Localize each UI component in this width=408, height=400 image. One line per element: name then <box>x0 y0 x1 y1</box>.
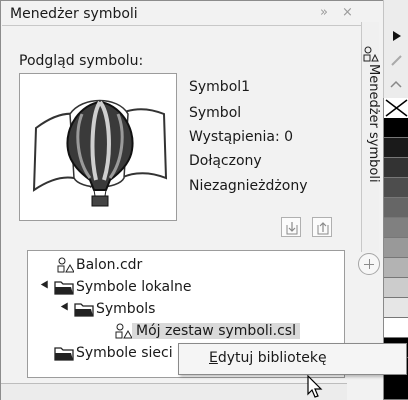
symbol-nesting: Niezagnieżdżony <box>189 178 308 194</box>
export-symbol-button[interactable] <box>312 217 332 237</box>
palette-swatch[interactable] <box>384 138 408 158</box>
symbol-manager-docker: Menedżer symboli » × Podgląd symbolu: Sy… <box>0 0 408 400</box>
symbol-preview <box>19 73 177 221</box>
hot-air-balloon-flag-icon <box>32 99 168 207</box>
side-tab-symbol-manager[interactable]: Menedżer symboli <box>361 22 381 252</box>
no-color-icon <box>384 98 408 118</box>
symbol-link-status: Dołączony <box>189 153 262 169</box>
palette-swatch[interactable] <box>384 218 408 238</box>
import-symbol-button[interactable] <box>281 217 301 237</box>
palette-swatch[interactable] <box>384 158 408 178</box>
palette-swatch[interactable] <box>384 118 408 138</box>
context-menu: Edytuj bibliotekę <box>178 343 407 375</box>
palette-swatch[interactable] <box>384 258 408 278</box>
palette-swatch[interactable] <box>384 178 408 198</box>
tree-item-label: Symbole sieci <box>76 345 173 361</box>
collapse-docker-button[interactable]: » <box>320 4 328 22</box>
tree-item-label: Balon.cdr <box>76 257 143 273</box>
docker-bottom-strip <box>1 383 347 400</box>
chevron-up-icon[interactable] <box>390 80 402 88</box>
side-tab-label: Menedżer symboli <box>366 64 381 183</box>
add-docker-button[interactable] <box>358 253 380 275</box>
pen-icon[interactable] <box>389 52 405 68</box>
context-menu-item-edit-library[interactable]: Edytuj bibliotekę <box>209 350 327 366</box>
document-symbols-icon <box>57 257 74 273</box>
arrow-down-box-icon <box>286 222 298 235</box>
palette-swatch[interactable] <box>384 238 408 258</box>
document-symbols-icon <box>115 323 132 339</box>
symbol-instances: Wystąpienia: 0 <box>189 129 294 145</box>
folder-icon <box>54 347 74 361</box>
symbol-name: Symbol1 <box>189 79 251 95</box>
right-toolbar <box>383 0 408 98</box>
palette-swatch-none[interactable] <box>384 98 408 118</box>
close-docker-button[interactable]: × <box>342 4 353 22</box>
palette-swatch[interactable] <box>384 318 408 338</box>
mouse-cursor-icon <box>307 375 323 398</box>
play-triangle-icon[interactable] <box>392 30 402 42</box>
docker-title-bar[interactable]: Menedżer symboli » × <box>2 2 362 26</box>
preview-label: Podgląd symbolu: <box>19 53 144 69</box>
palette-swatch[interactable] <box>384 278 408 298</box>
palette-swatch[interactable] <box>384 198 408 218</box>
expanded-triangle-icon[interactable] <box>40 280 52 291</box>
docker-title: Menedżer symboli <box>10 6 138 22</box>
symbol-manager-icon <box>363 46 379 62</box>
tree-item-label: Symbole lokalne <box>76 279 192 295</box>
palette-swatch[interactable] <box>384 298 408 318</box>
tree-item-label: Mój zestaw symboli.csl <box>132 323 300 339</box>
edit-library-label: Edytuj bibliotekę <box>209 350 327 366</box>
folder-icon <box>54 281 74 295</box>
folder-icon <box>74 303 94 317</box>
expanded-triangle-icon[interactable] <box>60 302 72 313</box>
arrow-up-box-icon <box>317 222 329 235</box>
symbol-type: Symbol <box>189 105 242 121</box>
tree-item-label: Symbols <box>96 301 156 317</box>
